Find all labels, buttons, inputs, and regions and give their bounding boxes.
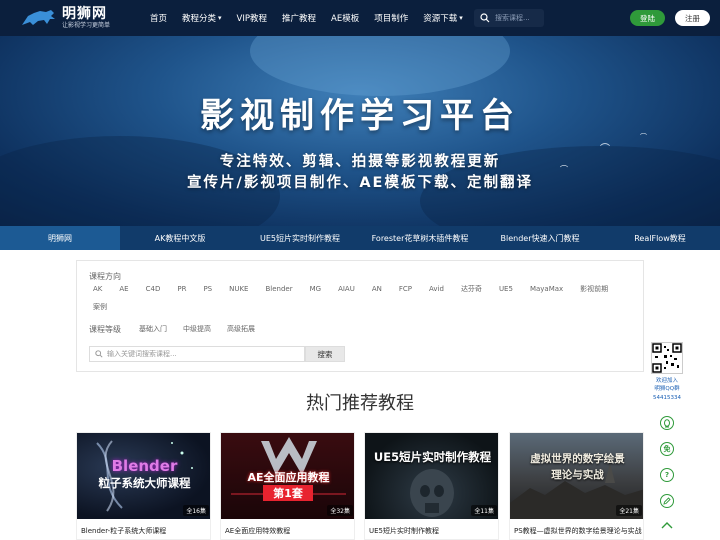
course-thumbnail: Blender 粒子系统大师课程 全16集 <box>77 433 210 519</box>
category-tab-blender[interactable]: Blender快速入门教程 <box>480 226 600 250</box>
category-tab-ue5[interactable]: UE5短片实时制作教程 <box>240 226 360 250</box>
direction-tag[interactable]: PR <box>177 285 186 294</box>
course-card[interactable]: Blender 粒子系统大师课程 全16集 Blender-粒子系统大师课程 <box>76 432 211 540</box>
direction-tag[interactable]: 影视前期 <box>580 285 608 294</box>
category-tab-realflow[interactable]: RealFlow教程 <box>600 226 720 250</box>
nav-course-categories[interactable]: 教程分类 ▾ <box>182 12 222 24</box>
logo-subtitle: 让影视学习更简单 <box>62 21 111 29</box>
direction-tag[interactable]: Avid <box>429 285 444 294</box>
side-float-toolbar: 欢迎加入 明狮QQ群 54415334 免 ? <box>644 336 690 540</box>
category-tab-ak[interactable]: AK教程中文版 <box>120 226 240 250</box>
nav-ae-templates[interactable]: AE模板 <box>331 12 359 24</box>
search-placeholder: 搜索课程... <box>495 14 530 22</box>
top-navigation-bar: 明狮网 让影视学习更简单 首页 教程分类 ▾ VIP教程 推广教程 AE模板 项目… <box>0 0 720 36</box>
qq-icon[interactable] <box>660 416 674 430</box>
main-nav: 首页 教程分类 ▾ VIP教程 推广教程 AE模板 项目制作 资源下载 ▾ <box>150 0 478 36</box>
nav-promo-courses[interactable]: 推广教程 <box>282 12 316 24</box>
category-bar: 明狮网 AK教程中文版 UE5短片实时制作教程 Forester花草树木插件教程… <box>0 226 720 250</box>
course-thumbnail: UE5短片实时制作教程 全11集 <box>365 433 498 519</box>
banner-subtitle-line1: 专注特效、剪辑、拍摄等影视教程更新 <box>219 154 501 170</box>
direction-tag[interactable]: MayaMax <box>530 285 563 294</box>
direction-tag[interactable]: AN <box>372 285 382 294</box>
site-logo[interactable]: 明狮网 让影视学习更简单 <box>20 4 110 32</box>
logo-title: 明狮网 <box>62 5 107 22</box>
nav-project-production[interactable]: 项目制作 <box>374 12 408 24</box>
direction-tag[interactable]: 案例 <box>93 303 107 312</box>
thumbnail-heading: UE5短片实时制作教程 <box>373 450 492 464</box>
register-button[interactable]: 注册 <box>675 10 710 26</box>
nav-resource-download-label: 资源下载 <box>423 14 458 24</box>
qq-group-line1: 欢迎加入 <box>655 378 678 384</box>
search-icon <box>480 13 490 23</box>
qq-group-number: 54415334 <box>653 395 681 401</box>
direction-tag[interactable]: FCP <box>399 285 412 294</box>
level-tag-list: 基础入门 中级提高 高级拓展 <box>139 325 271 334</box>
episode-count-badge: 全32集 <box>327 505 353 516</box>
episode-count-badge: 全21集 <box>616 505 642 516</box>
direction-tag[interactable]: AK <box>93 285 102 294</box>
search-icon <box>95 350 103 358</box>
help-icon[interactable]: ? <box>660 468 674 482</box>
thumbnail-subheading: 理论与实战 <box>551 469 604 481</box>
course-card-title[interactable]: AE全面应用特效教程 <box>225 526 353 536</box>
nav-home[interactable]: 首页 <box>150 12 167 24</box>
chevron-down-icon: ▾ <box>218 14 222 22</box>
course-card-title[interactable]: UE5短片实时制作教程 <box>369 526 497 536</box>
category-tab-home[interactable]: 明狮网 <box>0 226 120 250</box>
course-search-input[interactable]: 输入关键词搜索课程... <box>89 346 305 362</box>
back-to-top-icon[interactable] <box>660 520 674 530</box>
direction-tag[interactable]: NUKE <box>229 285 248 294</box>
direction-tag[interactable]: AIAU <box>338 285 355 294</box>
hot-courses-title: 热门推荐教程 <box>306 393 414 414</box>
course-card-title[interactable]: PS教程—虚拟世界的数字绘景理论与实战 <box>514 526 642 536</box>
category-tab-forester[interactable]: Forester花草树木插件教程 <box>360 226 480 250</box>
header-search-input[interactable]: 搜索课程... <box>474 9 544 27</box>
direction-tag[interactable]: C4D <box>146 285 161 294</box>
direction-label: 课程方向 <box>89 272 121 281</box>
direction-tag[interactable]: UE5 <box>499 285 513 294</box>
level-tag[interactable]: 基础入门 <box>139 325 167 334</box>
direction-tag[interactable]: AE <box>119 285 128 294</box>
login-button[interactable]: 登陆 <box>630 10 665 26</box>
course-search-placeholder: 输入关键词搜索课程... <box>107 350 177 358</box>
level-tag[interactable]: 中级提高 <box>183 325 211 334</box>
nav-resource-download[interactable]: 资源下载 ▾ <box>423 12 463 24</box>
thumbnail-heading: Blender <box>111 457 178 475</box>
lion-logo-icon <box>22 10 55 25</box>
qq-group-line2: 明狮QQ群 <box>654 386 680 392</box>
chevron-down-icon: ▾ <box>459 14 463 22</box>
qr-code-icon <box>651 342 683 374</box>
direction-tag[interactable]: PS <box>203 285 212 294</box>
course-thumbnail: AE全面应用教程 第1套 全32集 <box>221 433 354 519</box>
sky-glow <box>250 36 510 96</box>
thumbnail-heading: AE全面应用教程 <box>247 471 330 484</box>
banner-subtitle-line2: 宣传片/影视项目制作、AE模板下载、定制翻译 <box>187 175 533 191</box>
course-card[interactable]: 虚拟世界的数字绘景 理论与实战 全21集 PS教程—虚拟世界的数字绘景理论与实战 <box>509 432 644 540</box>
qr-code-pattern <box>652 343 682 373</box>
episode-count-badge: 全11集 <box>471 505 497 516</box>
course-search-button[interactable]: 搜索 <box>305 346 345 362</box>
edit-icon[interactable] <box>660 494 674 508</box>
course-card[interactable]: AE全面应用教程 第1套 全32集 AE全面应用特效教程 <box>220 432 355 540</box>
level-label: 课程等级 <box>89 325 121 334</box>
banner-title: 影视制作学习平台 <box>200 96 520 136</box>
course-card-title[interactable]: Blender-粒子系统大师课程 <box>81 526 209 536</box>
direction-tag-list: AK AE C4D PR PS NUKE Blender MG AIAU AN … <box>93 285 633 312</box>
course-thumbnail: 虚拟世界的数字绘景 理论与实战 全21集 <box>510 433 643 519</box>
thumbnail-series-label: 第1套 <box>263 485 313 501</box>
direction-tag[interactable]: Blender <box>265 285 292 294</box>
direction-tag[interactable]: MG <box>310 285 321 294</box>
nav-course-categories-label: 教程分类 <box>182 14 217 24</box>
course-filter-panel: 课程方向 AK AE C4D PR PS NUKE Blender MG AIA… <box>76 260 644 372</box>
thumbnail-heading: 虚拟世界的数字绘景 <box>530 453 625 465</box>
episode-count-badge: 全16集 <box>183 505 209 516</box>
thumbnail-subheading: 粒子系统大师课程 <box>98 476 191 490</box>
nav-vip-courses[interactable]: VIP教程 <box>237 12 267 24</box>
hero-banner[interactable]: ⌒ ⌒ ⌒ 影视制作学习平台 专注特效、剪辑、拍摄等影视教程更新 宣传片/影视项… <box>0 36 720 226</box>
level-tag[interactable]: 高级拓展 <box>227 325 255 334</box>
direction-tag[interactable]: 达芬奇 <box>461 285 482 294</box>
course-card[interactable]: UE5短片实时制作教程 全11集 UE5短片实时制作教程 <box>364 432 499 540</box>
free-icon[interactable]: 免 <box>660 442 674 456</box>
